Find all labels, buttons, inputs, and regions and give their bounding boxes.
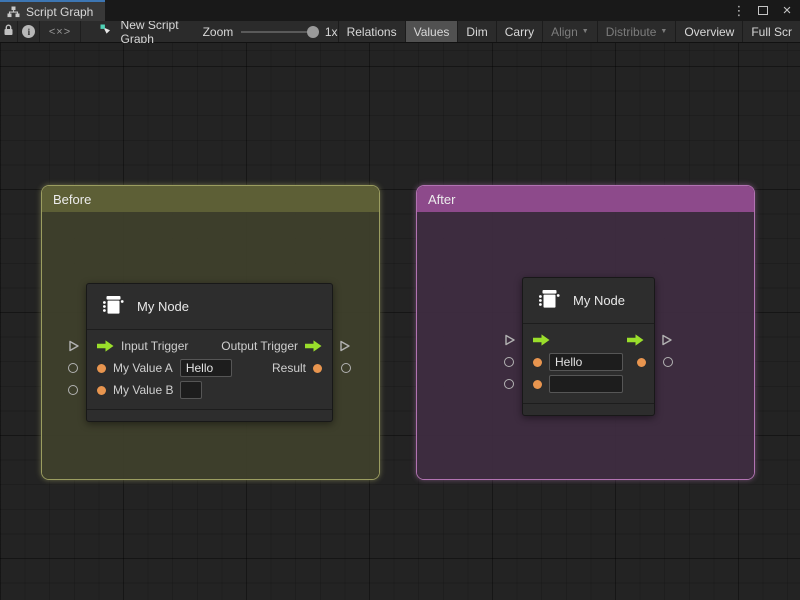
- group-after-label: After: [428, 192, 455, 207]
- flow-input-connector[interactable]: [504, 334, 516, 347]
- fullscreen-button[interactable]: Full Scr: [742, 21, 800, 42]
- close-button[interactable]: ×: [778, 2, 796, 20]
- value-port-icon[interactable]: [97, 364, 106, 373]
- info-button[interactable]: i: [18, 21, 40, 42]
- align-button[interactable]: Align ▼: [542, 21, 597, 42]
- value-input-connector[interactable]: [68, 385, 78, 395]
- chevron-down-icon: ▼: [660, 28, 667, 35]
- graph-asset-icon: [99, 23, 114, 40]
- value-port-icon[interactable]: [533, 380, 542, 389]
- chevron-down-icon: ▼: [582, 28, 589, 35]
- flow-port-icon[interactable]: [627, 334, 644, 346]
- flow-output-connector[interactable]: [339, 340, 351, 353]
- zoom-slider-handle[interactable]: [307, 26, 319, 38]
- relations-button[interactable]: Relations: [338, 21, 405, 42]
- flow-port-icon[interactable]: [97, 340, 114, 352]
- node-header[interactable]: My Node: [523, 278, 654, 324]
- node-header[interactable]: My Node: [87, 284, 332, 330]
- graph-name-label: New Script Graph: [121, 18, 203, 46]
- flow-input-connector[interactable]: [68, 340, 80, 353]
- port-row-value-a: My Value A Result: [87, 357, 332, 379]
- tab-script-graph[interactable]: Script Graph: [0, 0, 105, 21]
- node-footer: [523, 403, 654, 415]
- value-input-connector[interactable]: [504, 379, 514, 389]
- value-a-input[interactable]: [549, 353, 623, 371]
- zoom-slider[interactable]: [241, 31, 317, 33]
- close-icon: ×: [783, 2, 792, 19]
- code-icon: <×>: [49, 26, 71, 38]
- maximize-icon: [758, 6, 768, 15]
- port-row-triggers: Input Trigger Output Trigger: [87, 335, 332, 357]
- code-preview-button[interactable]: <×>: [40, 21, 80, 42]
- script-graph-icon: [7, 6, 20, 18]
- carry-button[interactable]: Carry: [496, 21, 542, 42]
- group-after-header[interactable]: After: [417, 186, 754, 212]
- flow-port-icon[interactable]: [305, 340, 322, 352]
- group-before-label: Before: [53, 192, 91, 207]
- unit-icon: [100, 292, 126, 321]
- value-b-input[interactable]: [180, 381, 202, 399]
- window-menu-button[interactable]: ⋮: [730, 2, 748, 20]
- lock-icon: [3, 24, 14, 39]
- port-row-triggers: [523, 329, 654, 351]
- maximize-button[interactable]: [754, 2, 772, 20]
- port-row-value-a: [523, 351, 654, 373]
- node-footer: [87, 409, 332, 421]
- flow-port-icon[interactable]: [533, 334, 550, 346]
- value-output-connector[interactable]: [663, 357, 673, 367]
- zoom-value: 1x: [325, 25, 338, 39]
- node-title: My Node: [573, 293, 625, 308]
- value-port-icon[interactable]: [533, 358, 542, 367]
- distribute-button[interactable]: Distribute ▼: [597, 21, 676, 42]
- port-row-value-b: My Value B: [87, 379, 332, 401]
- value-a-input[interactable]: [180, 359, 232, 377]
- kebab-menu-icon: ⋮: [733, 3, 746, 19]
- values-button[interactable]: Values: [405, 21, 458, 42]
- node-before-my-node[interactable]: My Node Input Trigger Output Trigger: [86, 283, 333, 422]
- port-label-my-value-b: My Value B: [113, 383, 173, 397]
- value-port-icon[interactable]: [97, 386, 106, 395]
- window-tab-bar: Script Graph ⋮ ×: [0, 0, 800, 21]
- value-port-icon[interactable]: [637, 358, 646, 367]
- port-label-my-value-a: My Value A: [113, 361, 173, 375]
- info-icon: i: [22, 25, 35, 38]
- group-before-header[interactable]: Before: [42, 186, 379, 212]
- lock-button[interactable]: [0, 21, 18, 42]
- port-label-result: Result: [272, 361, 306, 375]
- port-label-input-trigger: Input Trigger: [121, 339, 188, 353]
- value-port-icon[interactable]: [313, 364, 322, 373]
- tab-label: Script Graph: [26, 5, 93, 19]
- port-label-output-trigger: Output Trigger: [221, 339, 298, 353]
- unit-icon: [536, 286, 562, 315]
- zoom-label: Zoom: [203, 25, 234, 39]
- value-b-input[interactable]: [549, 375, 623, 393]
- node-after-my-node[interactable]: My Node: [522, 277, 655, 416]
- graph-toolbar: i <×> New Script Graph Zoom 1x Relations…: [0, 21, 800, 43]
- value-input-connector[interactable]: [68, 363, 78, 373]
- port-row-value-b: [523, 373, 654, 395]
- value-output-connector[interactable]: [341, 363, 351, 373]
- node-title: My Node: [137, 299, 189, 314]
- value-input-connector[interactable]: [504, 357, 514, 367]
- flow-output-connector[interactable]: [661, 334, 673, 347]
- graph-canvas[interactable]: Before After My Node: [0, 43, 800, 600]
- dim-button[interactable]: Dim: [457, 21, 495, 42]
- overview-button[interactable]: Overview: [675, 21, 742, 42]
